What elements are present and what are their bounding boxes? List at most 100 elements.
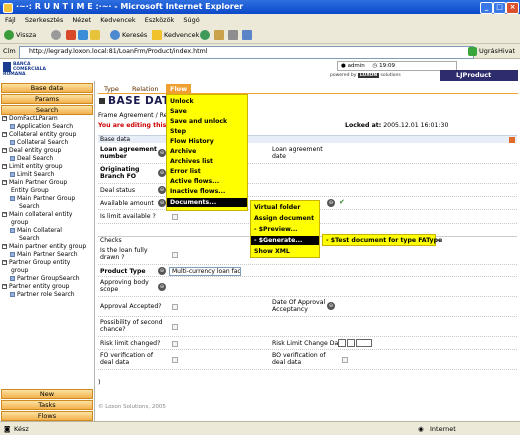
menu-favorites[interactable]: Kedvencek xyxy=(100,16,135,24)
tree-leaf-item[interactable]: Collateral Search xyxy=(0,139,95,147)
menu-view[interactable]: Nézet xyxy=(72,16,91,24)
tree-collapse-icon[interactable]: − xyxy=(2,116,7,121)
amount-lookup-icon[interactable]: ⊖ xyxy=(158,199,166,207)
maximize-icon[interactable]: □ xyxy=(493,2,506,14)
tree-leaf-item[interactable]: Main Collateral xyxy=(0,227,95,235)
tree-collapse-icon[interactable]: − xyxy=(2,164,7,169)
menu-item-step[interactable]: Step xyxy=(167,127,247,136)
collapse-icon[interactable] xyxy=(99,98,105,104)
menu-item-virtual-folder[interactable]: Virtual folder xyxy=(251,203,319,212)
menu-file[interactable]: Fájl xyxy=(5,16,16,24)
nav-new-button[interactable]: New xyxy=(1,389,93,399)
menu-item-save[interactable]: Save xyxy=(167,107,247,116)
menu-tools[interactable]: Eszközök xyxy=(145,16,175,24)
tree-group-item[interactable]: − Main partner entity group xyxy=(0,243,95,251)
tree-group-item[interactable]: − Collateral entity group xyxy=(0,131,95,139)
approval-accepted-checkbox[interactable] xyxy=(172,304,178,310)
loan-drawn-checkbox[interactable] xyxy=(172,252,178,258)
tree-group-item[interactable]: − Main Partner Group xyxy=(0,179,95,187)
tree-collapse-icon[interactable]: − xyxy=(2,244,7,249)
tree-group-item[interactable]: − Limit entity group xyxy=(0,163,95,171)
nav-base-data-button[interactable]: Base data xyxy=(1,83,93,93)
tree-group-item[interactable]: Search xyxy=(0,203,95,211)
date-year-field[interactable] xyxy=(356,339,372,347)
menu-item-archives-list[interactable]: Archives list xyxy=(167,157,247,166)
tree-leaf-item[interactable]: Limit Search xyxy=(0,171,95,179)
tree-group-item[interactable]: − Partner entity group xyxy=(0,283,95,291)
menu-item-generate[interactable]: - $Generate... xyxy=(251,236,319,245)
stop-button[interactable] xyxy=(66,29,78,41)
minimize-icon[interactable]: _ xyxy=(480,2,493,14)
address-input[interactable]: http://legrady.loxon.local:81/LoanFrm/Pr… xyxy=(19,46,474,59)
mail-button[interactable] xyxy=(214,29,226,41)
search-button[interactable]: Keresés xyxy=(110,29,147,41)
product-type-lookup-icon[interactable]: ⊖ xyxy=(158,267,166,275)
home-button[interactable] xyxy=(90,29,102,41)
menu-item-show-xml[interactable]: Show XML xyxy=(251,247,319,256)
loan-number-lookup-icon[interactable]: ⊖ xyxy=(158,149,166,157)
tree-collapse-icon[interactable]: − xyxy=(2,260,7,265)
date-month-field[interactable] xyxy=(347,339,355,347)
tree-leaf-item[interactable]: Partner GroupSearch xyxy=(0,275,95,283)
go-button[interactable]: Ugrás xyxy=(468,46,498,57)
tree-leaf-item[interactable]: Main Partner Group xyxy=(0,195,95,203)
menu-item-inactive-flows[interactable]: Inactive flows... xyxy=(167,187,247,196)
tree-leaf-item[interactable]: Application Search xyxy=(0,123,95,131)
tree-group-item[interactable]: − DomFactLParam xyxy=(0,115,95,123)
branch-lookup-icon[interactable]: ⊖ xyxy=(158,169,166,177)
menu-item-active-flows[interactable]: Active flows... xyxy=(167,177,247,186)
nav-search-button[interactable]: Search xyxy=(1,105,93,115)
menu-help[interactable]: Súgó xyxy=(183,16,199,24)
risk-limit-checkbox[interactable] xyxy=(172,341,178,347)
menu-item-test-document[interactable]: - $Test document for type FAType xyxy=(323,236,442,245)
menu-item-archive[interactable]: Archive xyxy=(167,147,247,156)
product-type-field[interactable]: Multi-currency loan facility xyxy=(169,267,241,276)
edit-button[interactable] xyxy=(242,29,254,41)
links-label[interactable]: Hivat xyxy=(498,44,515,59)
tree-collapse-icon[interactable]: − xyxy=(2,180,7,185)
tree-group-item[interactable]: group xyxy=(0,267,95,275)
tree-leaf-item[interactable]: Deal Search xyxy=(0,155,95,163)
tree-group-item[interactable]: − Partner Group entity xyxy=(0,259,95,267)
menu-edit[interactable]: Szerkesztés xyxy=(25,16,63,24)
tree-group-item[interactable]: Search xyxy=(0,235,95,243)
tree-group-item[interactable]: group xyxy=(0,219,95,227)
back-button[interactable]: Vissza xyxy=(4,29,36,41)
menu-item-assign-document[interactable]: Assign document xyxy=(251,214,319,223)
tree-group-item[interactable]: − Deal entity group xyxy=(0,147,95,155)
tree-group-item[interactable]: − Main collateral entity xyxy=(0,211,95,219)
tree-collapse-icon[interactable]: − xyxy=(2,132,7,137)
menu-item-unlock[interactable]: Unlock xyxy=(167,97,247,106)
bo-verification-checkbox[interactable] xyxy=(342,357,348,363)
tree-leaf-item[interactable]: Main Partner Search xyxy=(0,251,95,259)
approving-body-lookup-icon[interactable]: ⊖ xyxy=(158,283,166,291)
tree-leaf-item[interactable]: Partner role Search xyxy=(0,291,95,299)
forward-button[interactable] xyxy=(51,29,63,41)
section-close-icon[interactable] xyxy=(509,137,515,143)
fo-verification-checkbox[interactable] xyxy=(172,357,178,363)
date-day-field[interactable] xyxy=(338,339,346,347)
nav-tasks-button[interactable]: Tasks xyxy=(1,400,93,410)
approval-date-picker-icon[interactable]: ⊖ xyxy=(327,302,335,310)
close-icon[interactable]: × xyxy=(506,2,519,14)
deal-status-lookup-icon[interactable]: ⊖ xyxy=(158,186,166,194)
menu-item-flow-history[interactable]: Flow History xyxy=(167,137,247,146)
amount-currency-icon[interactable]: ⊖ xyxy=(327,199,335,207)
nav-flows-button[interactable]: Flows xyxy=(1,411,93,421)
tree-group-item[interactable]: Entity Group xyxy=(0,187,95,195)
refresh-button[interactable] xyxy=(78,29,90,41)
second-chance-checkbox[interactable] xyxy=(172,324,178,330)
menu-item-preview[interactable]: - $Preview... xyxy=(251,225,319,234)
favorites-button[interactable]: Kedvencek xyxy=(152,29,199,41)
nav-params-button[interactable]: Params xyxy=(1,94,93,104)
history-button[interactable] xyxy=(200,29,212,41)
tree-leaf-icon xyxy=(10,228,15,233)
limit-available-checkbox[interactable] xyxy=(172,214,178,220)
menu-item-error-list[interactable]: Error list xyxy=(167,167,247,176)
tree-collapse-icon[interactable]: − xyxy=(2,212,7,217)
print-button[interactable] xyxy=(228,29,240,41)
tree-collapse-icon[interactable]: − xyxy=(2,284,7,289)
menu-item-documents[interactable]: Documents... xyxy=(167,198,247,207)
menu-item-save-unlock[interactable]: Save and unlock xyxy=(167,117,247,126)
tree-collapse-icon[interactable]: − xyxy=(2,148,7,153)
